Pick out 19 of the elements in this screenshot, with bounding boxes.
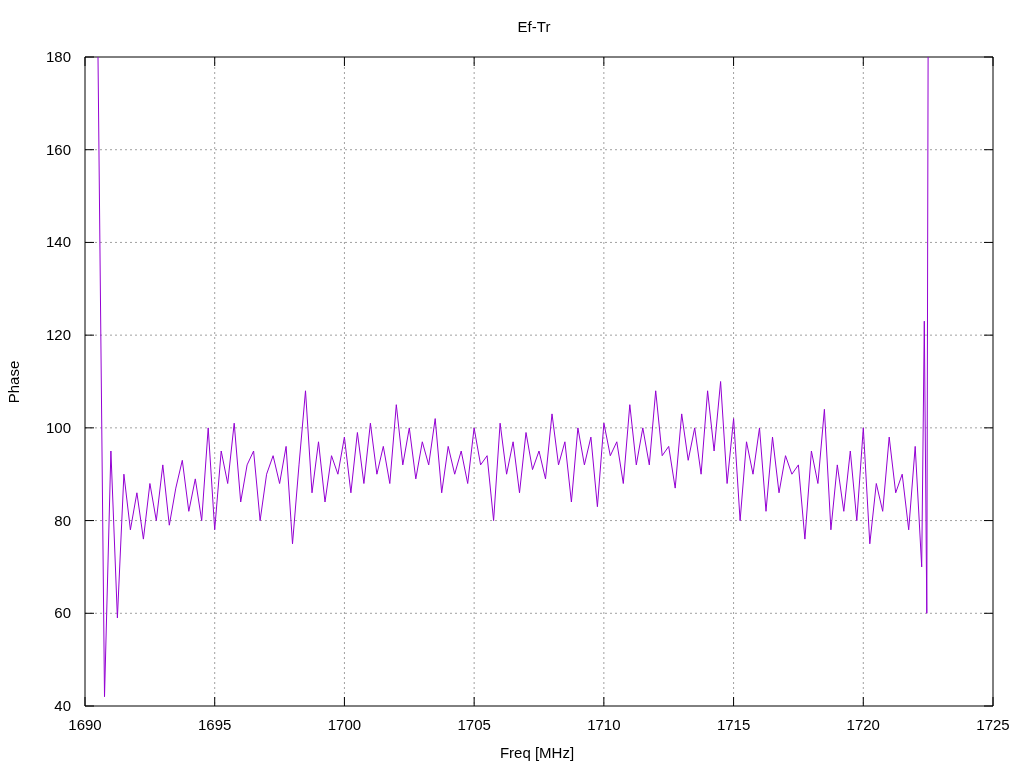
y-tick-label: 160 [45, 140, 71, 158]
y-tick-label: 60 [54, 604, 71, 622]
x-tick-label: 1720 [846, 716, 880, 733]
x-axis-title: Freq [MHz] [499, 744, 575, 761]
y-tick-label: 120 [45, 326, 71, 344]
x-tick-label: 1700 [327, 716, 362, 733]
y-tick-label: 40 [54, 697, 71, 714]
x-tick-label: 1705 [457, 716, 491, 733]
x-tick-label: 1690 [68, 716, 102, 733]
chart-title: Ef-Tr [517, 18, 551, 35]
x-tick-label: 1725 [976, 716, 1010, 733]
x-tick-label: 1710 [587, 716, 621, 733]
y-tick-label: 100 [45, 418, 71, 436]
x-tick-label: 1695 [198, 716, 232, 733]
x-tick-label: 1715 [716, 716, 751, 733]
y-axis-title: Phase [5, 360, 22, 404]
y-tick-label: 80 [54, 511, 71, 529]
y-tick-label: 180 [45, 48, 71, 65]
y-tick-label: 140 [45, 233, 71, 251]
